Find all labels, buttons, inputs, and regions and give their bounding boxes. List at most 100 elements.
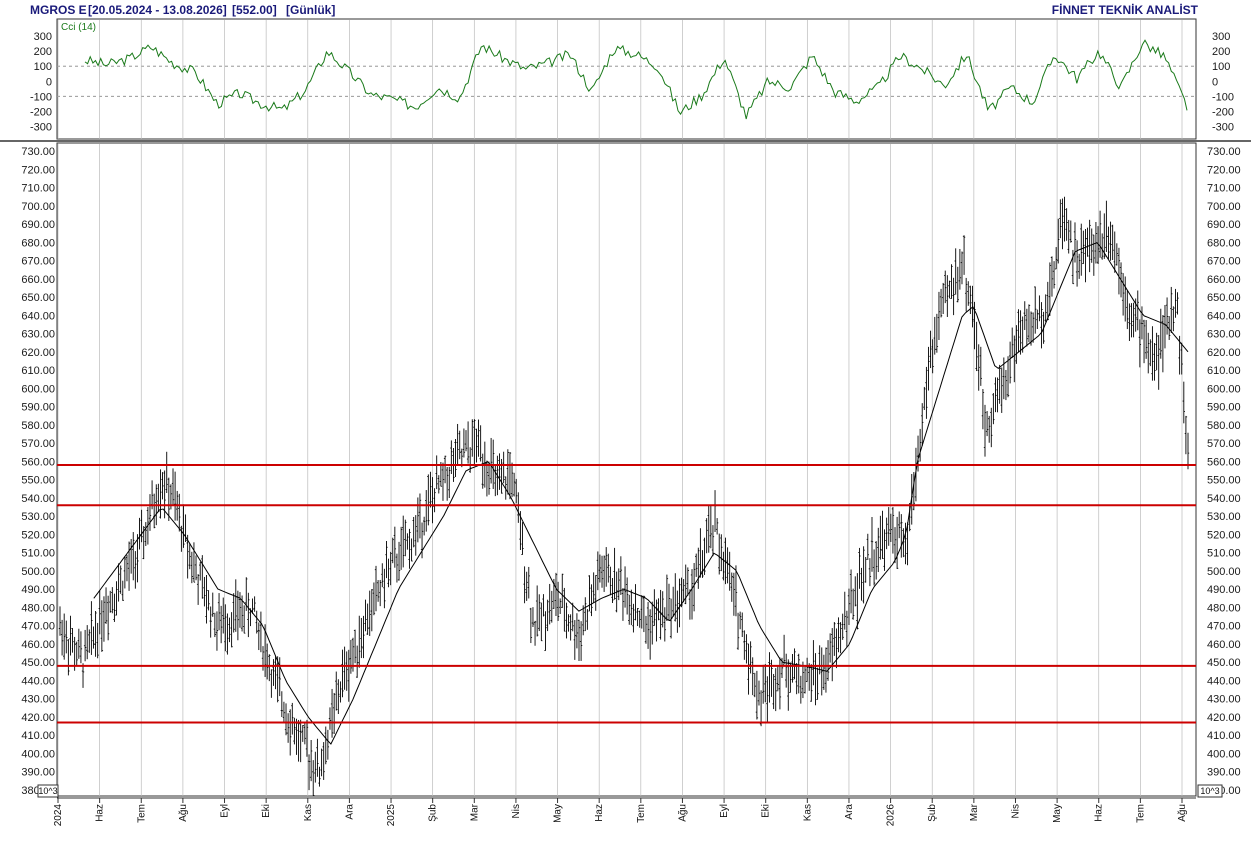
x-tick-label: Tem — [136, 804, 147, 823]
x-tick-label: Eyl — [220, 804, 231, 818]
price-tick-label: 690.00 — [21, 219, 55, 231]
cci-tick-label: 200 — [1212, 46, 1230, 58]
price-tick-label: 560.00 — [21, 456, 55, 468]
x-tick-label: Haz — [95, 804, 106, 822]
x-tick-label: Nis — [1010, 804, 1021, 818]
unit-label-right: 10^3 — [1200, 786, 1219, 796]
x-tick-label: Eyl — [719, 804, 730, 818]
cci-tick-label: -200 — [1212, 106, 1234, 118]
price-tick-label: 710.00 — [21, 183, 55, 195]
price-tick-label: 490.00 — [21, 584, 55, 596]
chart-brand: FİNNET TEKNİK ANALİST — [1052, 2, 1199, 17]
x-tick-label: Eki — [761, 804, 772, 818]
price-tick-label: 470.00 — [1207, 621, 1241, 633]
price-tick-label: 660.00 — [1207, 274, 1241, 286]
x-tick-label: Kas — [303, 804, 314, 821]
price-tick-label: 480.00 — [21, 602, 55, 614]
price-tick-label: 500.00 — [1207, 566, 1241, 578]
price-tick-label: 470.00 — [21, 621, 55, 633]
price-tick-label: 520.00 — [21, 529, 55, 541]
price-tick-label: 600.00 — [21, 383, 55, 395]
price-tick-label: 440.00 — [21, 675, 55, 687]
x-tick-label: 2026 — [886, 804, 897, 827]
chart-symbol: MGROS E — [30, 3, 87, 17]
unit-label-left: 10^3 — [38, 786, 57, 796]
x-tick-label: Ağu — [677, 804, 688, 822]
price-tick-label: 690.00 — [1207, 219, 1241, 231]
price-tick-label: 540.00 — [1207, 493, 1241, 505]
price-tick-label: 670.00 — [21, 256, 55, 268]
price-tick-label: 460.00 — [21, 639, 55, 651]
price-tick-label: 700.00 — [1207, 201, 1241, 213]
price-tick-label: 390.00 — [1207, 767, 1241, 779]
chart-last-price: [552.00] — [232, 3, 277, 17]
x-tick-label: Haz — [594, 804, 605, 822]
cci-tick-label: -300 — [30, 121, 52, 133]
x-tick-label: Tem — [1135, 804, 1146, 823]
price-tick-label: 700.00 — [21, 201, 55, 213]
price-tick-label: 640.00 — [1207, 310, 1241, 322]
cci-tick-label: 200 — [34, 46, 52, 58]
x-tick-label: Haz — [1094, 804, 1105, 822]
price-tick-label: 420.00 — [21, 712, 55, 724]
x-tick-label: Kas — [802, 804, 813, 821]
x-tick-label: Ağu — [178, 804, 189, 822]
x-tick-label: 2025 — [386, 804, 397, 827]
price-tick-label: 650.00 — [1207, 292, 1241, 304]
cci-tick-label: 0 — [46, 76, 52, 88]
cci-legend-label: Cci (14) — [61, 22, 96, 33]
price-tick-label: 620.00 — [21, 347, 55, 359]
price-tick-label: 610.00 — [1207, 365, 1241, 377]
price-tick-label: 450.00 — [1207, 657, 1241, 669]
price-tick-label: 550.00 — [1207, 475, 1241, 487]
price-tick-label: 730.00 — [21, 146, 55, 158]
price-tick-label: 610.00 — [21, 365, 55, 377]
price-tick-label: 630.00 — [21, 329, 55, 341]
price-tick-label: 410.00 — [21, 730, 55, 742]
x-tick-label: 2024 — [53, 804, 64, 827]
price-tick-label: 390.00 — [21, 767, 55, 779]
price-tick-label: 580.00 — [1207, 420, 1241, 432]
price-tick-label: 620.00 — [1207, 347, 1241, 359]
x-tick-label: Tem — [636, 804, 647, 823]
price-tick-label: 590.00 — [1207, 402, 1241, 414]
x-tick-label: Mar — [969, 803, 980, 821]
price-tick-label: 640.00 — [21, 310, 55, 322]
price-tick-label: 560.00 — [1207, 456, 1241, 468]
cci-tick-label: 0 — [1212, 76, 1218, 88]
x-tick-label: Şub — [428, 804, 439, 822]
chart-root: MGROS E [20.05.2024 - 13.08.2026] [552.0… — [0, 0, 1251, 841]
price-tick-label: 590.00 — [21, 402, 55, 414]
price-tick-label: 400.00 — [1207, 748, 1241, 760]
price-tick-label: 500.00 — [21, 566, 55, 578]
price-tick-label: 600.00 — [1207, 383, 1241, 395]
x-tick-label: Eki — [261, 804, 272, 818]
cci-tick-label: 100 — [34, 61, 52, 73]
price-tick-label: 660.00 — [21, 274, 55, 286]
cci-tick-label: -300 — [1212, 121, 1234, 133]
cci-tick-label: 300 — [34, 31, 52, 43]
price-tick-label: 510.00 — [21, 548, 55, 560]
price-tick-label: 430.00 — [21, 694, 55, 706]
price-tick-label: 720.00 — [1207, 164, 1241, 176]
cci-tick-label: -200 — [30, 106, 52, 118]
price-tick-label: 430.00 — [1207, 694, 1241, 706]
price-tick-label: 680.00 — [1207, 237, 1241, 249]
cci-tick-label: -100 — [30, 91, 52, 103]
price-tick-label: 650.00 — [21, 292, 55, 304]
price-tick-label: 630.00 — [1207, 329, 1241, 341]
price-tick-label: 580.00 — [21, 420, 55, 432]
price-tick-label: 400.00 — [21, 748, 55, 760]
price-tick-label: 670.00 — [1207, 256, 1241, 268]
price-tick-label: 480.00 — [1207, 602, 1241, 614]
price-tick-label: 570.00 — [21, 438, 55, 450]
price-tick-label: 440.00 — [1207, 675, 1241, 687]
price-tick-label: 410.00 — [1207, 730, 1241, 742]
price-tick-label: 420.00 — [1207, 712, 1241, 724]
x-tick-label: May — [553, 804, 564, 823]
x-tick-label: Mar — [469, 803, 480, 821]
price-tick-label: 720.00 — [21, 164, 55, 176]
x-tick-label: Nis — [511, 804, 522, 818]
price-tick-label: 540.00 — [21, 493, 55, 505]
price-tick-label: 490.00 — [1207, 584, 1241, 596]
